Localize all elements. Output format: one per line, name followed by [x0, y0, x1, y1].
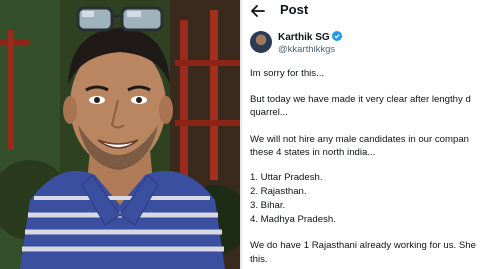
post-line: But today we have made it very clear aft…: [250, 94, 471, 105]
author-name-row[interactable]: Karthik SG: [278, 31, 342, 43]
post-line: these 4 states in north india...: [250, 147, 376, 158]
page-title: Post: [280, 2, 309, 17]
author-handle[interactable]: @kkarthikkgs: [278, 44, 335, 55]
list-item: 1. Uttar Pradesh.: [250, 172, 323, 183]
post-header: Post: [242, 0, 480, 22]
back-arrow-icon[interactable]: [250, 3, 266, 19]
post-panel: Post Karthik SG @kkarthikkgs Im sorry fo…: [242, 0, 480, 269]
verified-badge-icon: [331, 31, 342, 41]
post-line: quarrel...: [250, 107, 288, 118]
post-line: this.: [250, 254, 268, 265]
post-line: We will not hire any male candidates in …: [250, 134, 469, 145]
author-name[interactable]: Karthik SG: [278, 32, 330, 43]
post-line: Im sorry for this...: [250, 68, 325, 79]
post-line: We do have 1 Rajasthani already working …: [250, 240, 476, 251]
list-item: 4. Madhya Pradesh.: [250, 214, 336, 225]
profile-photo: [0, 0, 240, 269]
avatar[interactable]: [250, 31, 272, 53]
list-item: 3. Bihar.: [250, 200, 286, 211]
list-item: 2. Rajasthan.: [250, 186, 307, 197]
